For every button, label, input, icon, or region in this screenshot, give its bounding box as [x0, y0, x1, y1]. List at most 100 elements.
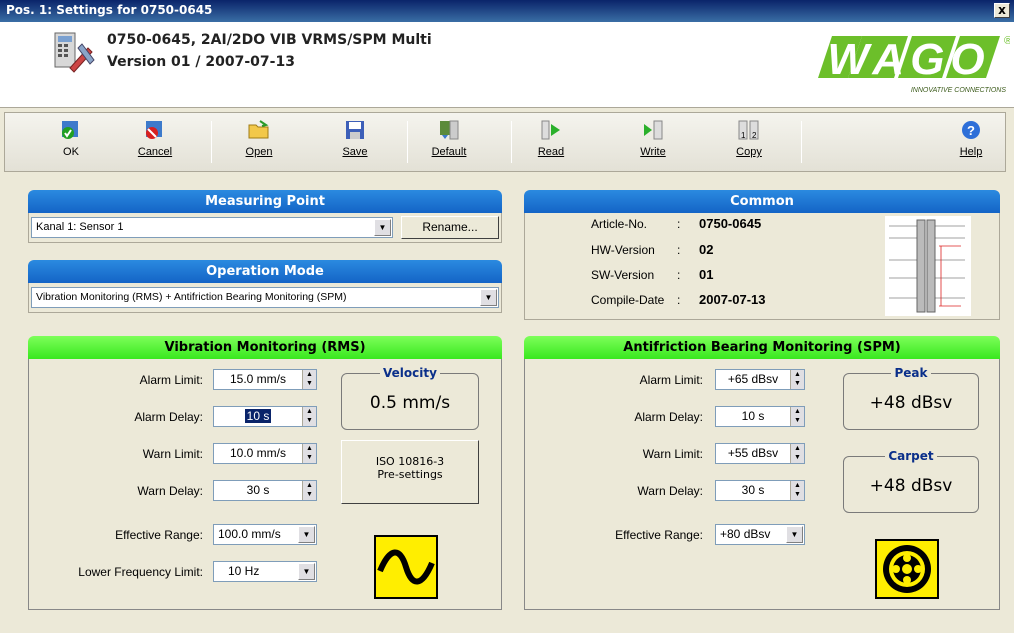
operation-mode-section: Operation Mode Vibration Monitoring (RMS…	[28, 260, 502, 313]
help-button[interactable]: ? Help	[943, 113, 999, 171]
alarm-delay-spinner[interactable]: 10 s ▲ ▼	[213, 406, 317, 427]
alarm-delay-label: Alarm Delay:	[134, 410, 203, 424]
rms-section: Vibration Monitoring (RMS) Alarm Limit: …	[28, 336, 502, 610]
effective-range-select[interactable]: 100.0 mm/s ▼	[213, 524, 317, 545]
rms-title: Vibration Monitoring (RMS)	[28, 336, 502, 359]
common-title: Common	[524, 190, 1000, 213]
bearing-icon	[875, 539, 939, 599]
dropdown-arrow-icon: ▼	[786, 526, 803, 543]
spinner-arrows-icon[interactable]: ▲ ▼	[302, 407, 316, 426]
compile-date-value: 2007-07-13	[699, 292, 766, 307]
help-icon: ?	[960, 119, 982, 141]
toolbar-separator	[511, 121, 512, 163]
dropdown-arrow-icon: ▼	[374, 219, 391, 236]
warn-limit-label: Warn Limit:	[642, 447, 703, 461]
peak-value: +48 dBsv	[869, 393, 953, 413]
velocity-display: Velocity 0.5 mm/s	[341, 366, 479, 430]
save-button[interactable]: Save	[327, 113, 383, 171]
toolbar: OK Cancel Open Save Default Read Write 1…	[4, 112, 1006, 172]
iso-presettings-button[interactable]: ISO 10816-3 Pre-settings	[341, 440, 479, 504]
spm-title: Antifriction Bearing Monitoring (SPM)	[524, 336, 1000, 359]
dropdown-arrow-icon: ▼	[298, 563, 315, 580]
separator: :	[677, 293, 681, 307]
separator: :	[677, 243, 681, 257]
close-button[interactable]: x	[994, 3, 1010, 18]
open-folder-icon	[248, 119, 270, 141]
compile-date-label: Compile-Date	[591, 293, 665, 307]
svg-text:WAGO: WAGO	[827, 35, 990, 84]
save-disk-icon	[344, 119, 366, 141]
settings-tools-icon	[52, 30, 98, 78]
spinner-arrows-icon[interactable]: ▲ ▼	[790, 370, 804, 389]
operation-mode-select[interactable]: Vibration Monitoring (RMS) + Antifrictio…	[31, 287, 499, 308]
spm-section: Antifriction Bearing Monitoring (SPM) Al…	[524, 336, 1000, 610]
spm-alarm-delay-spinner[interactable]: 10 s ▲ ▼	[715, 406, 805, 427]
default-icon	[438, 119, 460, 141]
toolbar-separator	[211, 121, 212, 163]
sw-version-value: 01	[699, 267, 714, 282]
cancel-icon	[144, 119, 166, 141]
wiring-diagram-image	[885, 216, 971, 316]
dropdown-arrow-icon: ▼	[480, 289, 497, 306]
spinner-arrows-icon[interactable]: ▲ ▼	[790, 444, 804, 463]
module-name: 0750-0645, 2AI/2DO VIB VRMS/SPM Multi	[107, 32, 432, 48]
module-version: Version 01 / 2007-07-13	[107, 54, 295, 70]
measuring-point-select[interactable]: Kanal 1: Sensor 1 ▼	[31, 217, 393, 238]
spm-alarm-limit-spinner[interactable]: +65 dBsv ▲ ▼	[715, 369, 805, 390]
peak-title: Peak	[891, 366, 931, 380]
spm-warn-limit-spinner[interactable]: +55 dBsv ▲ ▼	[715, 443, 805, 464]
spinner-arrows-icon[interactable]: ▲ ▼	[790, 481, 804, 500]
spinner-arrows-icon[interactable]: ▲ ▼	[302, 370, 316, 389]
write-icon	[642, 119, 664, 141]
sw-version-label: SW-Version	[591, 268, 655, 282]
read-button[interactable]: Read	[523, 113, 579, 171]
svg-text:1: 1	[741, 131, 746, 140]
velocity-title: Velocity	[380, 366, 440, 380]
alarm-limit-label: Alarm Limit:	[139, 373, 203, 387]
svg-text:?: ?	[967, 123, 975, 138]
common-section: Common Article-No. : 0750-0645 HW-Versio…	[524, 190, 1000, 320]
header: 0750-0645, 2AI/2DO VIB VRMS/SPM Multi Ve…	[0, 22, 1014, 108]
carpet-value: +48 dBsv	[869, 476, 953, 496]
toolbar-separator	[801, 121, 802, 163]
hw-version-value: 02	[699, 242, 714, 257]
velocity-value: 0.5 mm/s	[369, 393, 451, 413]
svg-text:INNOVATIVE CONNECTIONS: INNOVATIVE CONNECTIONS	[911, 87, 1006, 94]
peak-display: Peak +48 dBsv	[843, 366, 979, 430]
copy-button[interactable]: 12 Copy	[721, 113, 777, 171]
wago-logo: WAGO ® INNOVATIVE CONNECTIONS	[818, 32, 1012, 98]
warn-limit-label: Warn Limit:	[142, 447, 203, 461]
spm-effective-range-select[interactable]: +80 dBsv ▼	[715, 524, 805, 545]
carpet-title: Carpet	[885, 449, 937, 463]
svg-text:2: 2	[752, 131, 757, 140]
warn-delay-label: Warn Delay:	[637, 484, 703, 498]
lower-frequency-limit-select[interactable]: 10 Hz ▼	[213, 561, 317, 582]
read-icon	[540, 119, 562, 141]
dropdown-arrow-icon: ▼	[298, 526, 315, 543]
article-no-value: 0750-0645	[699, 216, 762, 231]
default-button[interactable]: Default	[421, 113, 477, 171]
effective-range-label: Effective Range:	[615, 528, 703, 542]
spinner-arrows-icon[interactable]: ▲ ▼	[302, 481, 316, 500]
lower-frequency-limit-label: Lower Frequency Limit:	[78, 565, 203, 579]
warn-delay-label: Warn Delay:	[137, 484, 203, 498]
title-bar: Pos. 1: Settings for 0750-0645 x	[0, 0, 1014, 22]
alarm-limit-spinner[interactable]: 15.0 mm/s ▲ ▼	[213, 369, 317, 390]
write-button[interactable]: Write	[625, 113, 681, 171]
alarm-limit-label: Alarm Limit:	[639, 373, 703, 387]
svg-text:®: ®	[1004, 35, 1010, 47]
toolbar-separator	[407, 121, 408, 163]
article-no-label: Article-No.	[591, 217, 648, 231]
measuring-point-title: Measuring Point	[28, 190, 502, 213]
spinner-arrows-icon[interactable]: ▲ ▼	[302, 444, 316, 463]
ok-button[interactable]: OK	[43, 113, 99, 171]
carpet-display: Carpet +48 dBsv	[843, 449, 979, 513]
warn-limit-spinner[interactable]: 10.0 mm/s ▲ ▼	[213, 443, 317, 464]
spinner-arrows-icon[interactable]: ▲ ▼	[790, 407, 804, 426]
separator: :	[677, 268, 681, 282]
spm-warn-delay-spinner[interactable]: 30 s ▲ ▼	[715, 480, 805, 501]
rename-button[interactable]: Rename...	[401, 216, 499, 239]
cancel-button[interactable]: Cancel	[127, 113, 183, 171]
warn-delay-spinner[interactable]: 30 s ▲ ▼	[213, 480, 317, 501]
open-button[interactable]: Open	[231, 113, 287, 171]
